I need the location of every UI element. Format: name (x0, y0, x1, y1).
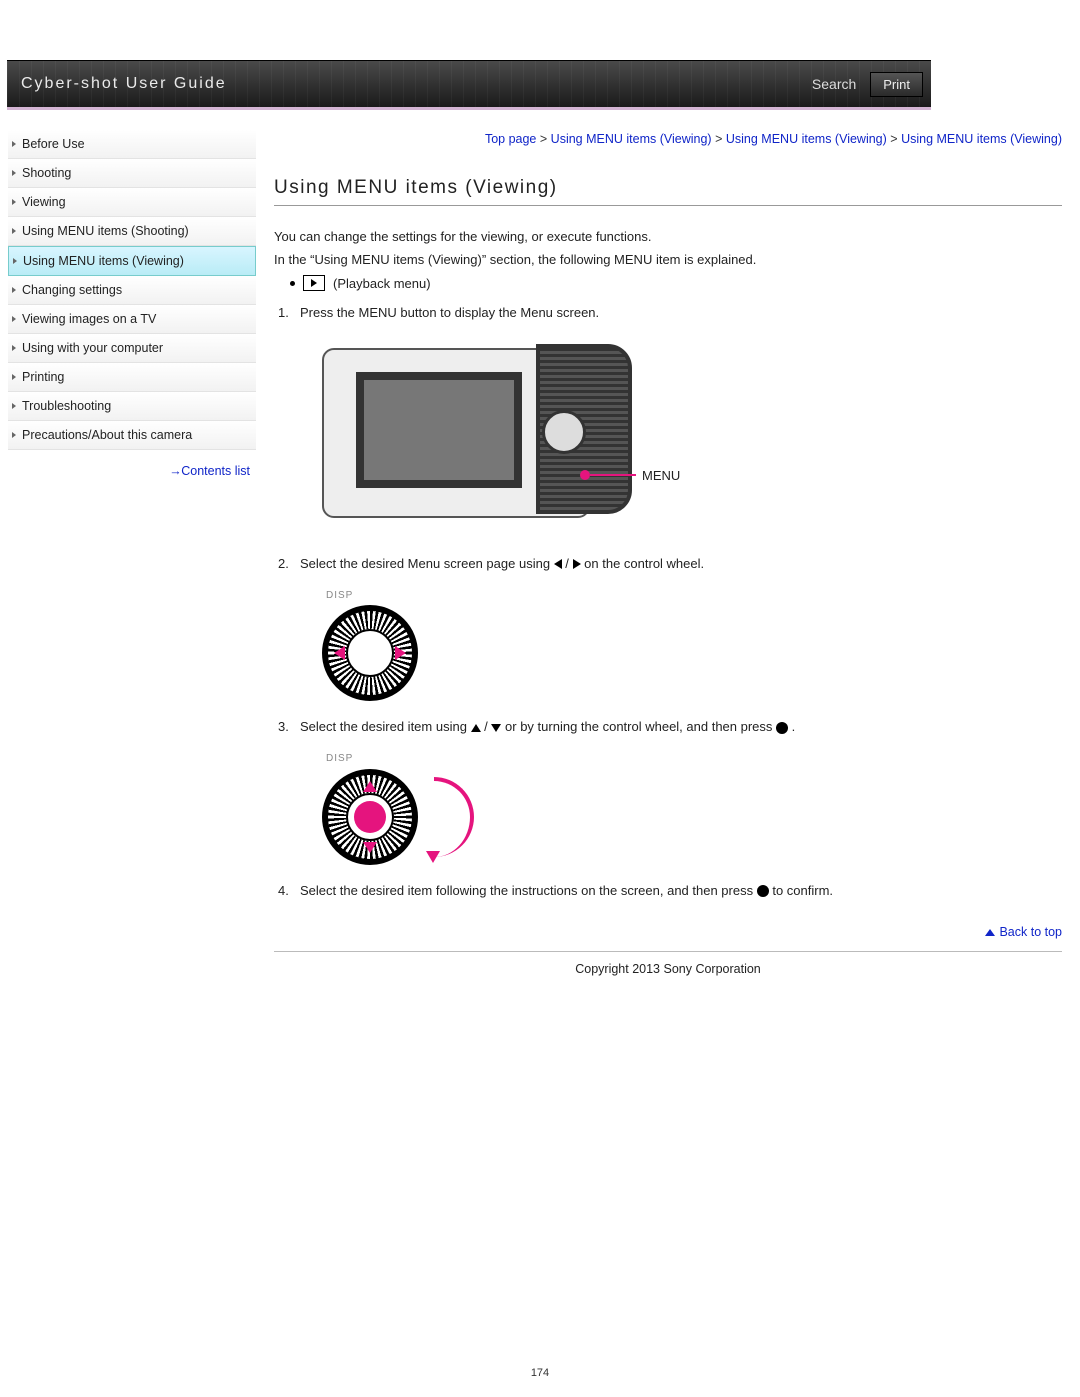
control-wheel-graphic (322, 769, 418, 865)
print-button[interactable]: Print (870, 72, 923, 97)
page-number: 174 (0, 1367, 1080, 1379)
breadcrumb: Top page > Using MENU items (Viewing) > … (274, 130, 1062, 149)
playback-menu-item: (Playback menu) (290, 275, 1062, 291)
wheel-up-arrow-icon (363, 781, 377, 792)
rotate-arrow-icon (434, 777, 474, 857)
wheel-right-arrow-icon (395, 646, 406, 660)
center-button-icon (776, 722, 788, 734)
playback-icon (303, 275, 325, 291)
menu-callout-label: MENU (642, 466, 680, 486)
camera-screen-graphic (356, 372, 522, 488)
sidebar-item-computer[interactable]: Using with your computer (8, 334, 256, 363)
footer-divider (274, 951, 1062, 952)
up-triangle-icon (985, 929, 995, 936)
search-link[interactable]: Search (812, 76, 856, 92)
right-arrow-icon (573, 559, 581, 569)
bullet-icon (290, 281, 295, 286)
sidebar-item-menu-viewing[interactable]: Using MENU items (Viewing) (8, 246, 256, 276)
sidebar-nav: Before Use Shooting Viewing Using MENU i… (8, 130, 256, 1016)
step-2: Select the desired Menu screen page usin… (278, 554, 1062, 702)
sidebar-item-printing[interactable]: Printing (8, 363, 256, 392)
step-4: Select the desired item following the in… (278, 881, 1062, 901)
breadcrumb-link-1[interactable]: Using MENU items (Viewing) (551, 132, 712, 146)
step-1: Press the MENU button to display the Men… (278, 303, 1062, 537)
step-3: Select the desired item using / or by tu… (278, 717, 1062, 865)
control-wheel-graphic (322, 605, 418, 701)
header-bar: Cyber-shot User Guide Search Print (7, 60, 931, 110)
copyright-text: Copyright 2013 Sony Corporation (274, 958, 1062, 1016)
menu-callout-line (590, 474, 636, 476)
breadcrumb-link-top[interactable]: Top page (485, 132, 536, 146)
main-content: Top page > Using MENU items (Viewing) > … (274, 130, 1072, 1016)
sidebar-item-viewing[interactable]: Viewing (8, 188, 256, 217)
control-wheel-ud-illustration: DISP (322, 751, 1062, 865)
down-arrow-icon (491, 724, 501, 732)
sidebar-item-changing-settings[interactable]: Changing settings (8, 276, 256, 305)
sidebar-item-viewing-tv[interactable]: Viewing images on a TV (8, 305, 256, 334)
sidebar-item-troubleshooting[interactable]: Troubleshooting (8, 392, 256, 421)
wheel-down-arrow-icon (363, 842, 377, 853)
up-arrow-icon (471, 724, 481, 732)
contents-list-link[interactable]: Contents list (8, 450, 256, 478)
page-title: Using MENU items (Viewing) (274, 177, 1062, 206)
site-title: Cyber-shot User Guide (7, 75, 227, 93)
left-arrow-icon (554, 559, 562, 569)
center-button-icon (757, 885, 769, 897)
wheel-left-arrow-icon (334, 646, 345, 660)
menu-button-marker (580, 470, 590, 480)
camera-illustration: MENU (322, 338, 1062, 538)
sidebar-item-menu-shooting[interactable]: Using MENU items (Shooting) (8, 217, 256, 246)
steps-list: Press the MENU button to display the Men… (274, 303, 1062, 901)
camera-dial-graphic (542, 410, 586, 454)
sidebar-item-precautions[interactable]: Precautions/About this camera (8, 421, 256, 450)
breadcrumb-link-current[interactable]: Using MENU items (Viewing) (901, 132, 1062, 146)
control-wheel-lr-illustration: DISP (322, 588, 1062, 702)
sidebar-item-before-use[interactable]: Before Use (8, 130, 256, 159)
breadcrumb-link-2[interactable]: Using MENU items (Viewing) (726, 132, 887, 146)
back-to-top-link[interactable]: Back to top (274, 917, 1062, 947)
sidebar-item-shooting[interactable]: Shooting (8, 159, 256, 188)
intro-text: You can change the settings for the view… (274, 228, 1062, 270)
